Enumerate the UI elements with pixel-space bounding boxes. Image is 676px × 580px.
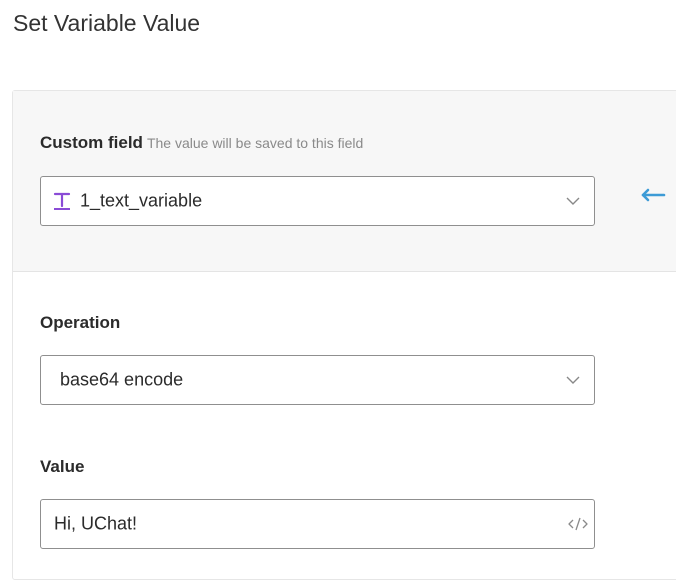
custom-field-hint: The value will be saved to this field [146, 135, 364, 151]
action-panel: Custom field The value will be saved to t… [12, 90, 676, 580]
custom-field-section: Custom field The value will be saved to t… [13, 91, 676, 272]
custom-field-label-row: Custom field The value will be saved to t… [40, 133, 363, 153]
custom-field-select[interactable]: 1_text_variable [40, 176, 595, 226]
text-type-icon [53, 192, 71, 210]
value-label: Value [40, 457, 85, 476]
operation-select[interactable]: base64 encode [40, 355, 595, 405]
custom-field-value: 1_text_variable [80, 190, 203, 211]
page-title: Set Variable Value [13, 10, 201, 36]
value-input[interactable]: Hi, UChat! [40, 499, 595, 549]
operation-label: Operation [40, 313, 121, 332]
operation-value: base64 encode [60, 369, 184, 390]
chevron-down-icon [566, 376, 580, 384]
custom-field-label: Custom field [40, 133, 143, 152]
arrow-left-icon[interactable] [640, 188, 666, 202]
value-text: Hi, UChat! [54, 513, 138, 534]
chevron-down-icon [566, 197, 580, 205]
code-icon[interactable] [568, 516, 588, 532]
